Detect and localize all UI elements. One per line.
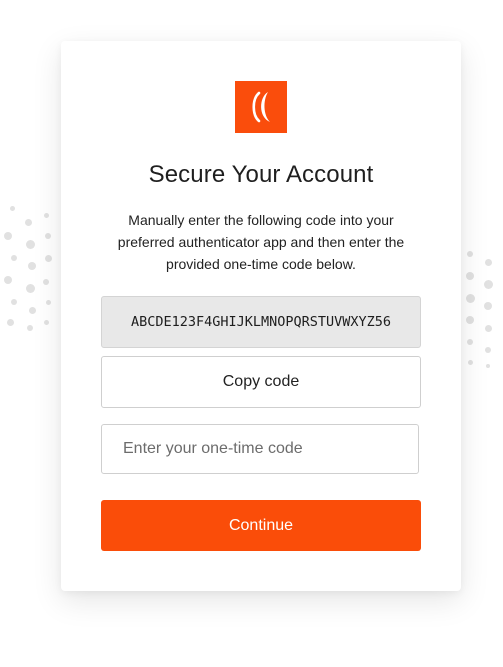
background-dot <box>43 212 49 218</box>
continue-button[interactable]: Continue <box>101 500 421 551</box>
background-dots-left <box>0 0 60 667</box>
background-dot <box>25 239 35 249</box>
background-dot <box>43 319 49 325</box>
background-dot <box>43 279 49 285</box>
background-dot <box>467 251 473 257</box>
copy-code-button[interactable]: Copy code <box>101 356 421 408</box>
background-dot <box>484 302 492 310</box>
secret-code-display[interactable]: ABCDE123F4GHIJKLMNOPQRSTUVWXYZ56 <box>101 296 421 348</box>
background-dot <box>11 299 17 305</box>
background-dot <box>25 283 35 293</box>
background-dot <box>11 255 17 261</box>
background-dot <box>4 232 12 240</box>
background-dot <box>483 279 493 289</box>
background-dot <box>466 272 474 280</box>
background-dot <box>44 254 52 262</box>
background-dot <box>467 339 473 345</box>
background-dot <box>24 218 32 226</box>
background-dot <box>485 347 491 353</box>
background-dot <box>28 306 36 314</box>
page-title: Secure Your Account <box>148 161 374 188</box>
background-dot <box>465 293 475 303</box>
background-dot <box>6 318 14 326</box>
background-dot <box>45 233 51 239</box>
background-dot <box>45 299 51 305</box>
background-dot <box>467 359 473 365</box>
background-dot <box>4 276 12 284</box>
background-dot <box>486 364 490 368</box>
one-time-code-input[interactable] <box>101 424 419 474</box>
background-dot <box>28 262 36 270</box>
brand-logo-icon <box>235 81 287 133</box>
mfa-setup-card: Secure Your Account Manually enter the f… <box>61 41 461 591</box>
background-dot <box>27 325 33 331</box>
background-dot <box>466 316 474 324</box>
background-dot <box>484 258 492 266</box>
background-dot <box>484 324 492 332</box>
background-dot <box>9 205 15 211</box>
instructions-text: Manually enter the following code into y… <box>117 212 405 272</box>
